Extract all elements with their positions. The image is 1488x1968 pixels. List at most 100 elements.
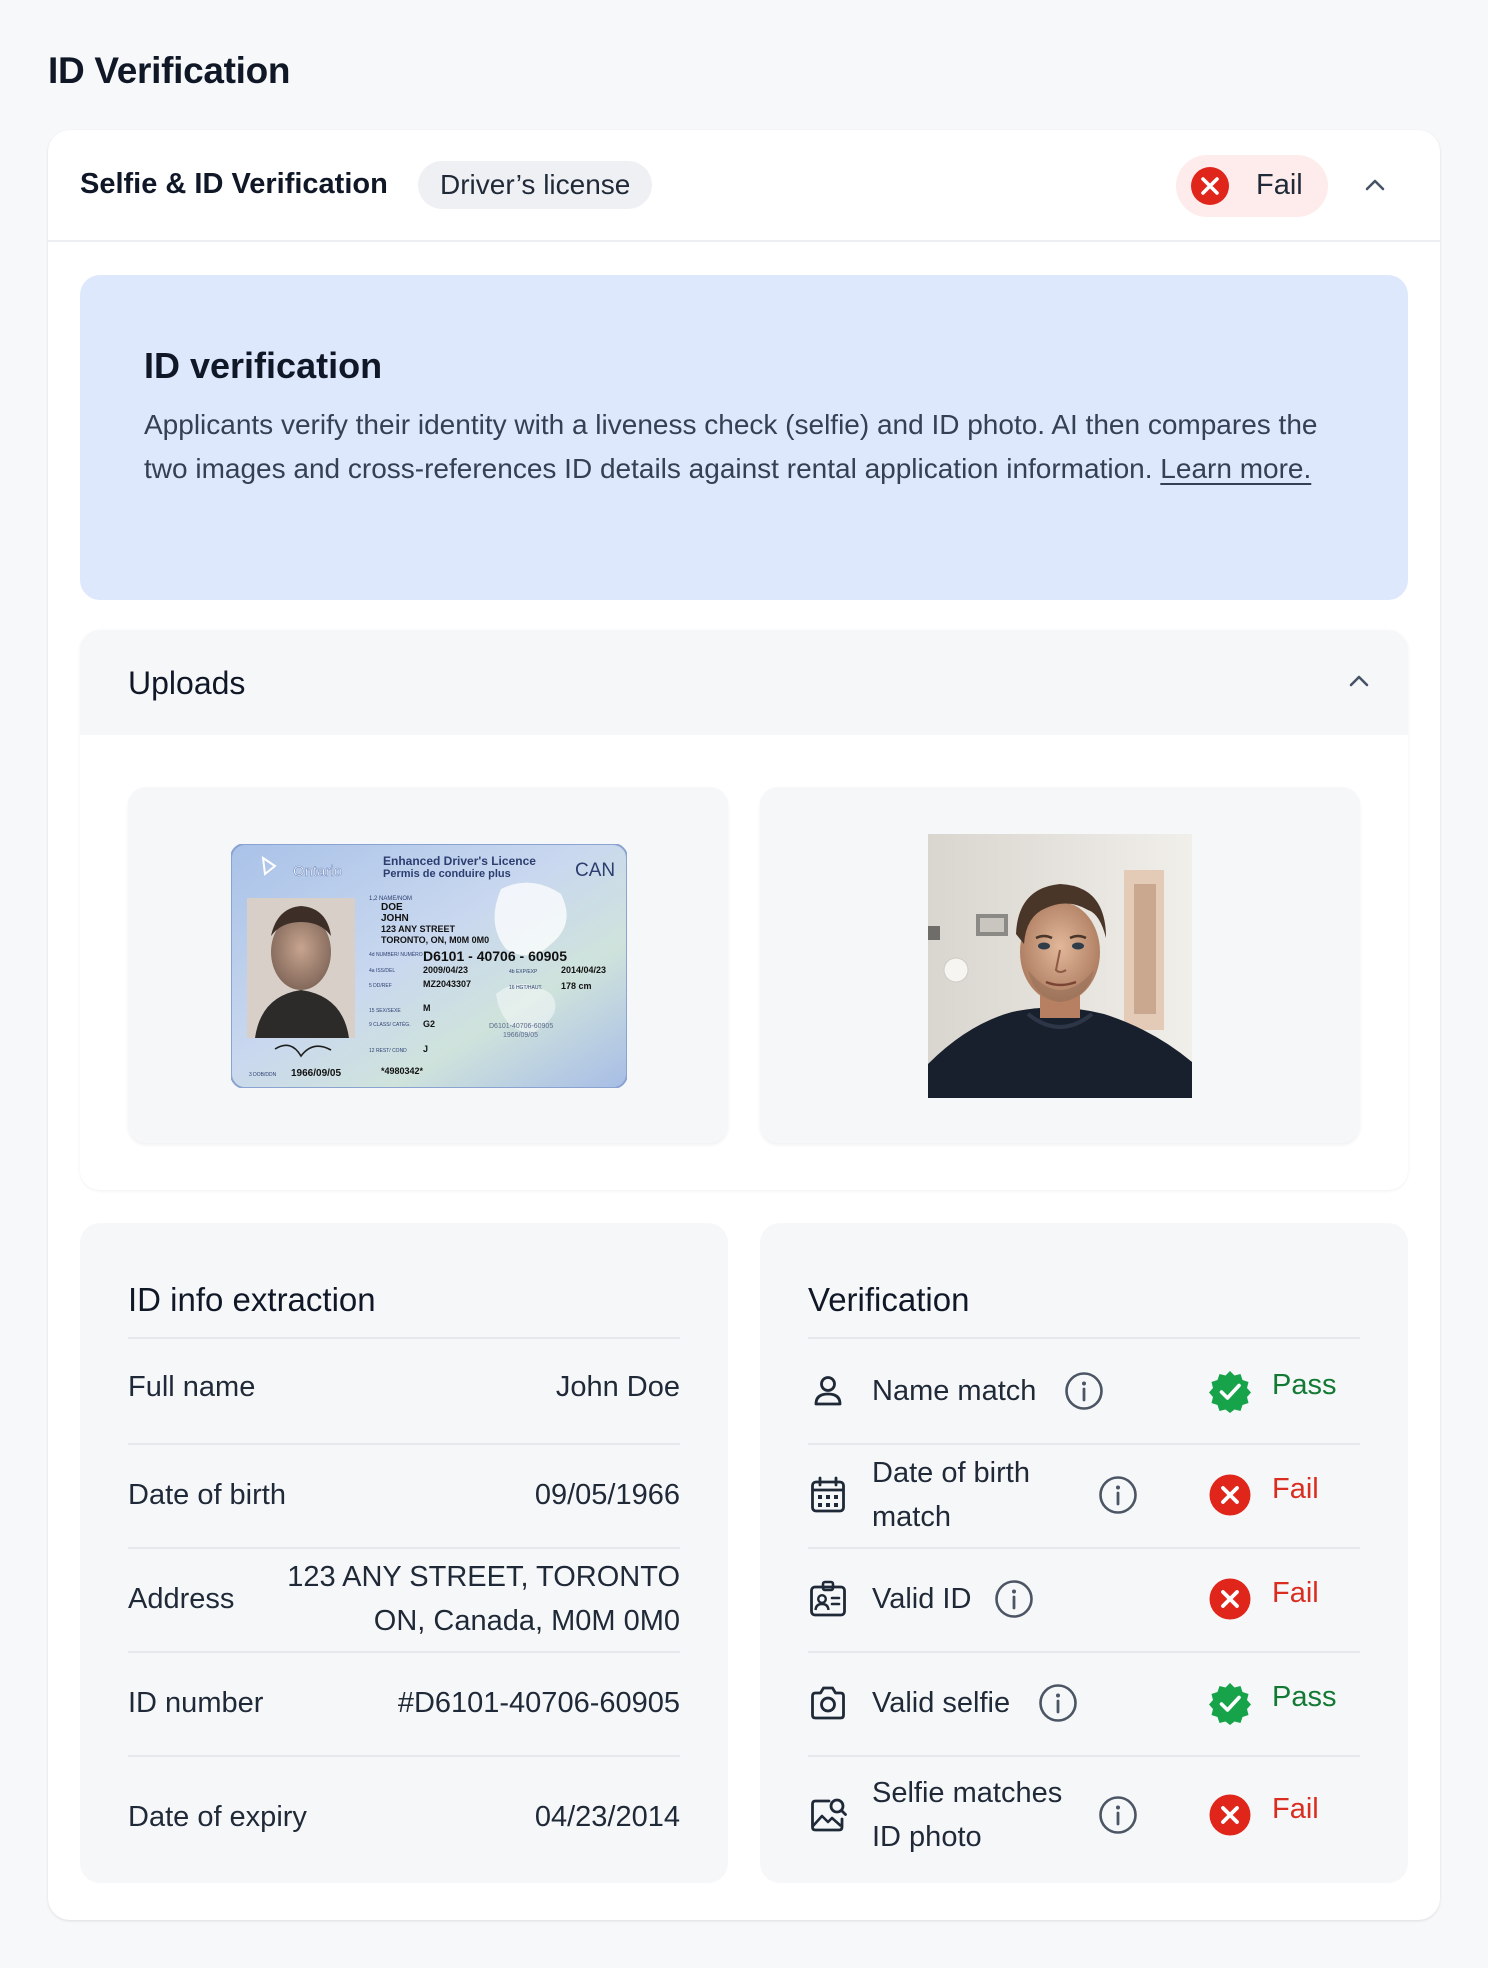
check-label: Date of birth match — [872, 1451, 1030, 1539]
id-ghost-number: D6101-40706-60905 — [489, 1023, 553, 1030]
info-box: ID verification Applicants verify their … — [80, 275, 1408, 600]
check-label-line-2: match — [872, 1501, 951, 1533]
id-info-extraction-panel: ID info extraction Full name John Doe Da… — [80, 1223, 728, 1883]
verification-title: Verification — [808, 1281, 970, 1318]
id-dob: 1966/09/05 — [291, 1068, 341, 1079]
id-street: 123 ANY STREET — [381, 924, 456, 934]
uploads-section: Uploads Ontario Enhanced Driver's Licenc… — [80, 630, 1408, 1190]
info-icon[interactable] — [1098, 1795, 1138, 1835]
id-city: TORONTO, ON, M0M 0M0 — [381, 935, 489, 945]
id-sex-label: 15 SEX/SEXE — [369, 1008, 401, 1014]
info-icon[interactable] — [1064, 1371, 1104, 1411]
info-icon[interactable] — [1098, 1475, 1138, 1515]
id-dob-label: 3 DOB/DDN — [249, 1072, 277, 1078]
field-label: Full name — [128, 1371, 256, 1403]
fail-icon — [1191, 167, 1229, 205]
uploads-title: Uploads — [128, 665, 246, 701]
result-pass: Pass — [1272, 1681, 1337, 1713]
extraction-row-date-of-expiry: Date of expiry 04/23/2014 — [128, 1755, 680, 1859]
id-number-label: 4d NUMBER/ NUMÉRO — [369, 951, 423, 958]
chevron-up-icon[interactable] — [1342, 664, 1376, 698]
status-label: Fail — [1256, 169, 1303, 201]
id-country: CAN — [575, 860, 615, 881]
image-search-icon — [811, 1798, 847, 1832]
pass-icon — [1209, 1683, 1251, 1725]
address-line-1: 123 ANY STREET, TORONTO — [287, 1561, 680, 1593]
field-label: Date of birth — [128, 1479, 286, 1511]
extraction-title: ID info extraction — [128, 1281, 376, 1318]
result-fail: Fail — [1272, 1793, 1319, 1825]
check-label: Valid selfie — [872, 1687, 1011, 1719]
id-class: G2 — [423, 1019, 435, 1029]
id-province: Ontario — [293, 863, 342, 880]
field-value: #D6101-40706-60905 — [397, 1687, 680, 1719]
id-rest: J — [423, 1044, 428, 1054]
id-expiry: 2014/04/23 — [561, 965, 606, 975]
id-dd-label: 5 DD/REF — [369, 983, 392, 989]
field-label: ID number — [128, 1687, 264, 1719]
user-icon — [814, 1376, 842, 1406]
document-type-chip: Driver’s license — [418, 161, 653, 209]
info-title: ID verification — [144, 345, 383, 386]
verification-row-dob-match: Date of birth match Fail — [808, 1443, 1360, 1549]
learn-more-link[interactable]: Learn more. — [1160, 453, 1311, 484]
result-pass: Pass — [1272, 1369, 1337, 1401]
chevron-up-icon[interactable] — [1358, 168, 1392, 202]
check-label-line-2: ID photo — [872, 1821, 982, 1853]
verification-card: Selfie & ID Verification Driver’s licens… — [48, 130, 1440, 1920]
pass-icon — [1209, 1371, 1251, 1413]
page-title: ID Verification — [48, 50, 291, 91]
id-ghost-dob: 1966/09/05 — [503, 1032, 538, 1039]
id-sex: M — [423, 1003, 431, 1013]
selfie-image[interactable] — [928, 834, 1192, 1098]
verification-row-valid-selfie: Valid selfie Pass — [808, 1651, 1360, 1757]
verification-row-name-match: Name match Pass — [808, 1339, 1360, 1445]
field-value: 04/23/2014 — [534, 1801, 680, 1833]
check-label-line-1: Date of birth — [872, 1457, 1030, 1489]
uploads-header[interactable]: Uploads — [80, 630, 1408, 735]
address-line-2: ON, Canada, M0M 0M0 — [373, 1605, 680, 1637]
id-licence-subtitle: Permis de conduire plus — [383, 868, 511, 880]
extraction-row-id-number: ID number #D6101-40706-60905 — [128, 1651, 680, 1757]
info-icon[interactable] — [1038, 1683, 1078, 1723]
status-badge: Fail — [1176, 155, 1328, 217]
info-description: Applicants verify their identity with a … — [144, 409, 1318, 484]
field-value: 123 ANY STREET, TORONTO ON, Canada, M0M 0… — [287, 1555, 680, 1643]
id-licence-title: Enhanced Driver's Licence — [383, 854, 536, 868]
selfie-upload-tile[interactable] — [760, 787, 1360, 1143]
id-height-label: 16 HGT/HAUT. — [509, 985, 542, 991]
extraction-row-date-of-birth: Date of birth 09/05/1966 — [128, 1443, 680, 1549]
fail-icon — [1209, 1794, 1251, 1836]
id-height: 178 cm — [561, 981, 592, 991]
check-label: Selfie matches ID photo — [872, 1771, 1062, 1859]
extraction-row-address: Address 123 ANY STREET, TORONTO ON, Canad… — [128, 1547, 680, 1653]
info-icon[interactable] — [994, 1579, 1034, 1619]
result-fail: Fail — [1272, 1473, 1319, 1505]
info-text: Applicants verify their identity with a … — [144, 403, 1324, 491]
extraction-row-full-name: Full name John Doe — [128, 1339, 680, 1445]
field-value: John Doe — [555, 1371, 680, 1403]
fail-icon — [1209, 1578, 1251, 1620]
verification-row-valid-id: Valid ID Fail — [808, 1547, 1360, 1653]
id-bottom-number: *4980342* — [381, 1066, 424, 1076]
result-fail: Fail — [1272, 1577, 1319, 1609]
check-label: Name match — [872, 1375, 1037, 1407]
id-number: D6101 - 40706 - 60905 — [423, 948, 567, 964]
id-issued: 2009/04/23 — [423, 965, 468, 975]
verification-row-selfie-matches-id: Selfie matches ID photo Fail — [808, 1755, 1360, 1859]
field-label: Date of expiry — [128, 1801, 307, 1833]
id-first-name: JOHN — [381, 913, 409, 924]
id-class-label: 9 CLASS/ CATÉG. — [369, 1021, 411, 1028]
field-value: 09/05/1966 — [534, 1479, 680, 1511]
id-issued-label: 4a ISS/DEL — [369, 968, 395, 974]
fail-icon — [1209, 1474, 1251, 1516]
card-header[interactable]: Selfie & ID Verification Driver’s licens… — [48, 130, 1440, 242]
check-label-line-1: Selfie matches — [872, 1777, 1063, 1809]
drivers-license-image[interactable]: Ontario Enhanced Driver's Licence Permis… — [231, 844, 627, 1088]
camera-icon — [811, 1686, 845, 1720]
check-label: Valid ID — [872, 1583, 972, 1615]
verification-panel: Verification Name match Pass Date of bir… — [760, 1223, 1408, 1883]
card-title: Selfie & ID Verification — [80, 168, 388, 200]
id-upload-tile[interactable]: Ontario Enhanced Driver's Licence Permis… — [128, 787, 728, 1143]
id-exp-label: 4b EXP/EXP — [509, 969, 538, 975]
